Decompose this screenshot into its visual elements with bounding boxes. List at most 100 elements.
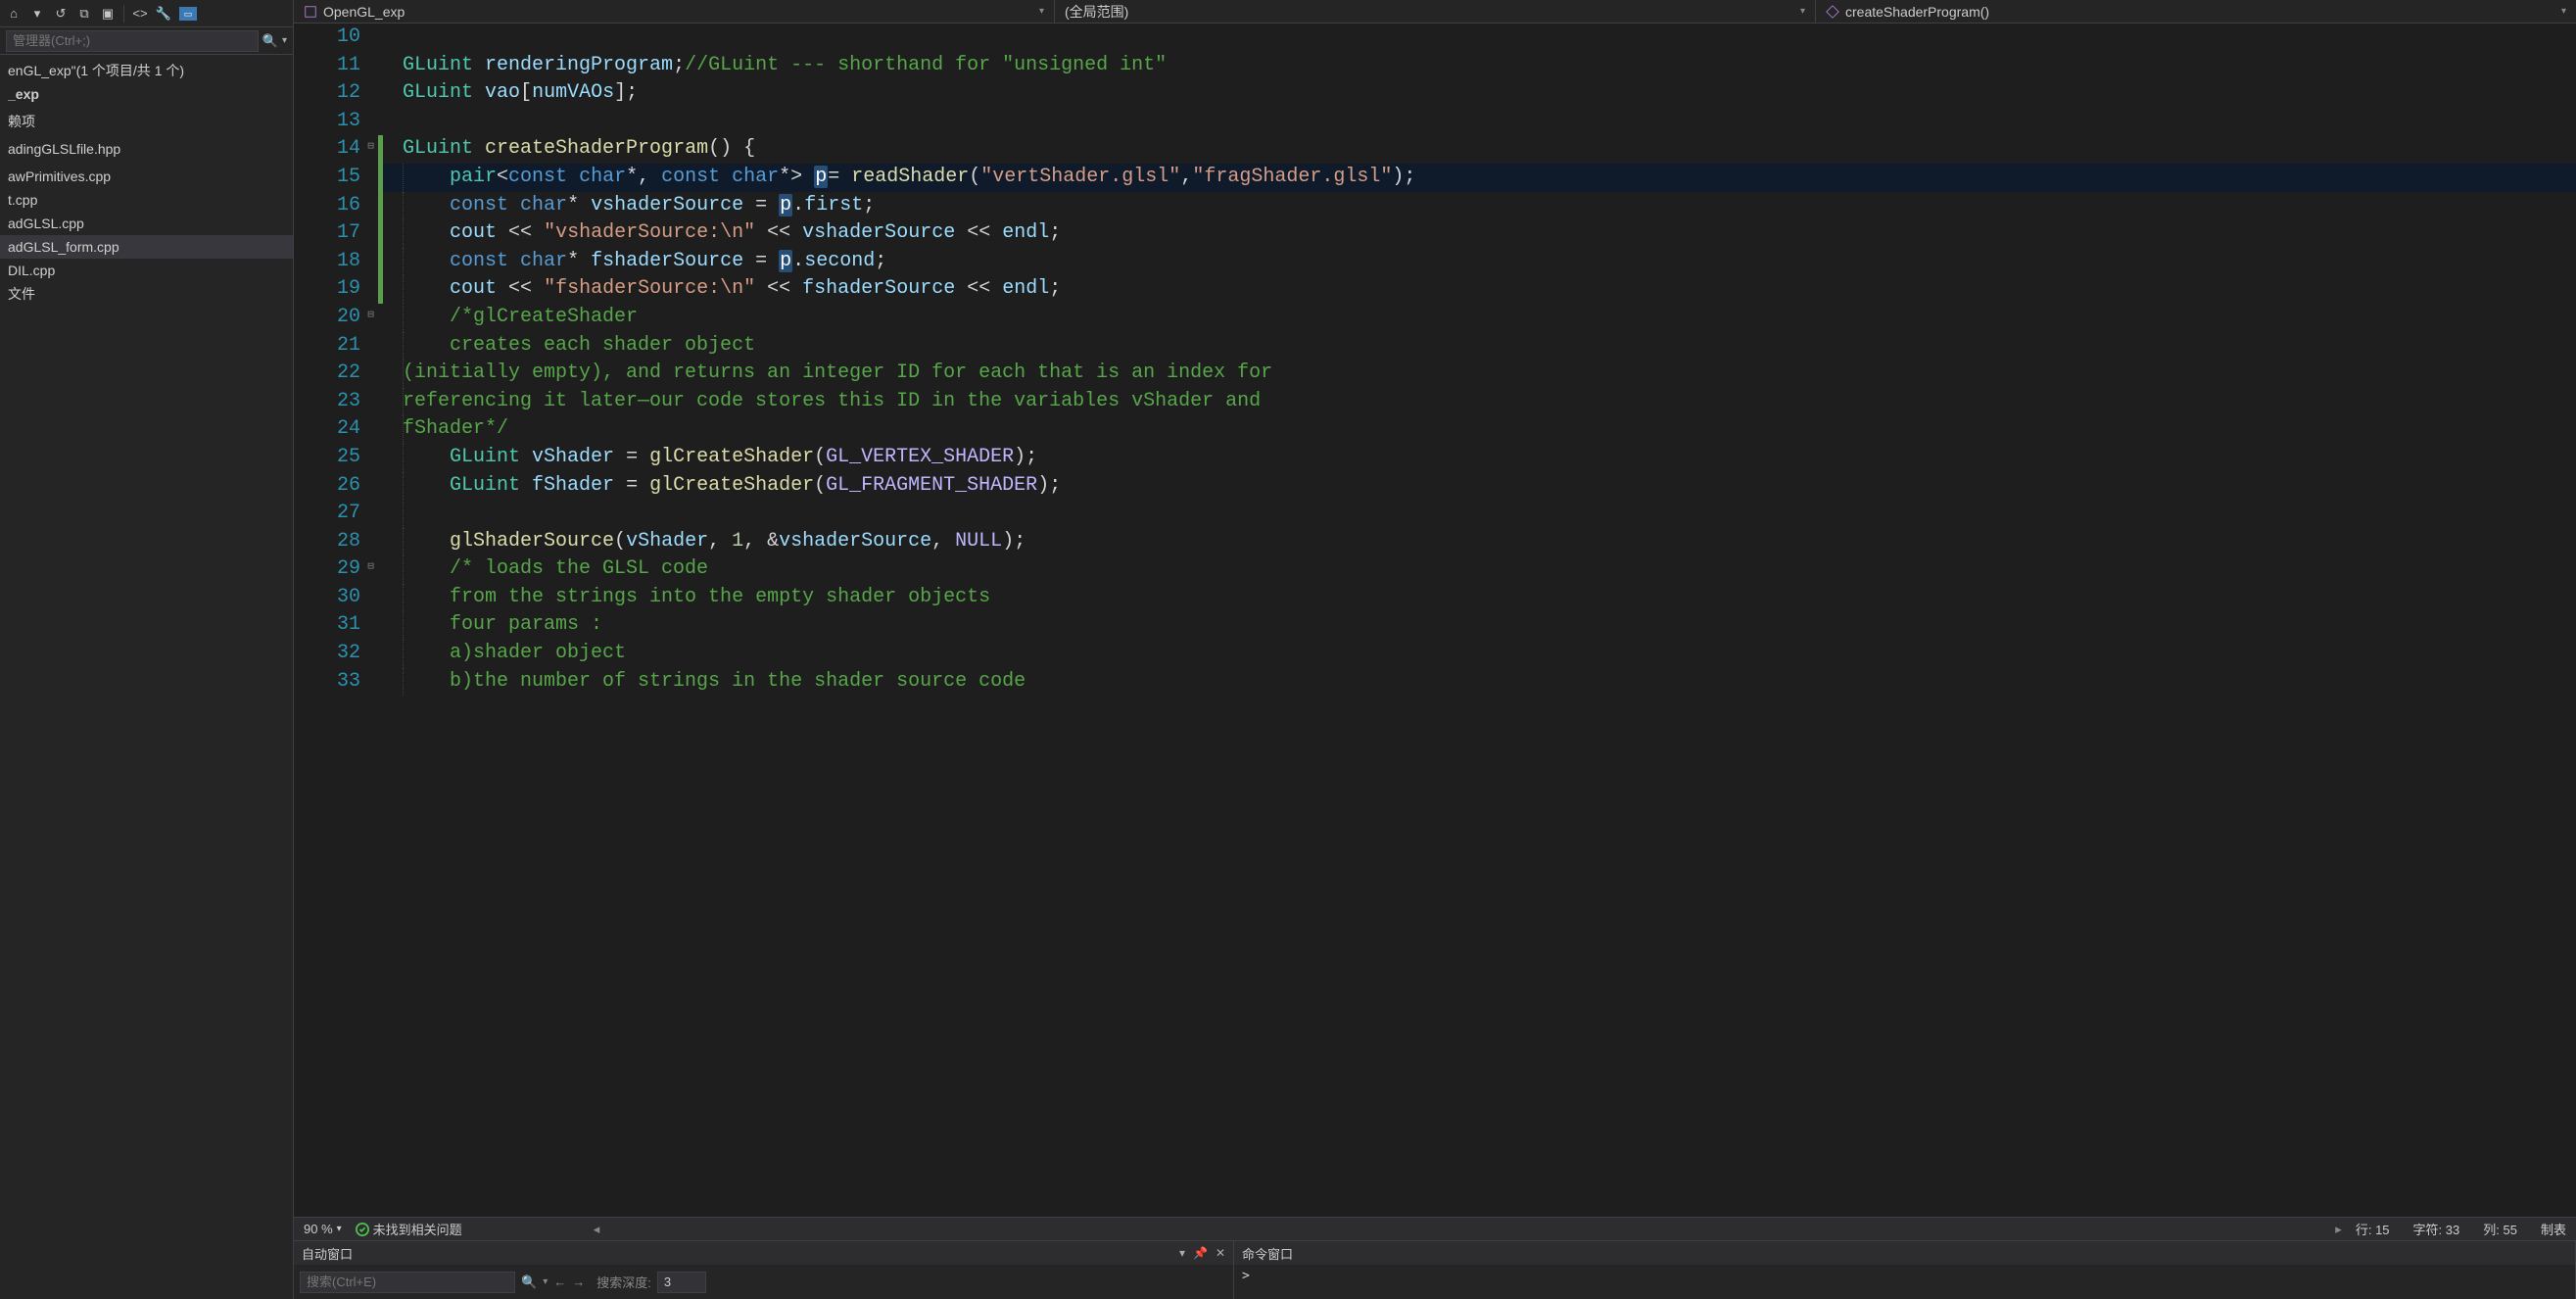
code-line[interactable]: 15 pair<const char*, const char*> p= rea… [294, 164, 2576, 192]
code-text[interactable]: GLuint vao[numVAOs]; [378, 79, 2576, 108]
line-number: 12 [294, 79, 378, 108]
sidebar-search-input[interactable] [6, 30, 259, 52]
code-line[interactable]: 18 const char* fshaderSource = p.second; [294, 248, 2576, 276]
code-text[interactable]: cout << "fshaderSource:\n" << fshaderSou… [378, 275, 2576, 304]
code-text[interactable]: (initially empty), and returns an intege… [378, 360, 2576, 388]
code-line[interactable]: 27 [294, 500, 2576, 528]
code-text[interactable]: fShader*/ [378, 415, 2576, 444]
autos-search-input[interactable] [300, 1272, 515, 1293]
code-line[interactable]: 30 from the strings into the empty shade… [294, 584, 2576, 612]
code-scroll[interactable]: 1011GLuint renderingProgram;//GLuint ---… [294, 24, 2576, 1217]
code-text[interactable] [378, 108, 2576, 136]
pin-icon[interactable]: 📌 [1193, 1246, 1208, 1260]
code-line[interactable]: 10 [294, 24, 2576, 52]
dropdown-icon[interactable]: ▾ [1179, 1246, 1185, 1260]
fold-toggle-icon[interactable]: ⊟ [365, 142, 376, 153]
code-line[interactable]: 19 cout << "fshaderSource:\n" << fshader… [294, 275, 2576, 304]
code-text[interactable]: glShaderSource(vShader, 1, &vshaderSourc… [378, 528, 2576, 556]
code-line[interactable]: 25 GLuint vShader = glCreateShader(GL_VE… [294, 444, 2576, 472]
command-prompt[interactable]: > [1234, 1265, 2575, 1287]
code-text[interactable]: a)shader object [378, 640, 2576, 668]
wrench-icon[interactable]: 🔧 [156, 6, 171, 22]
code-line[interactable]: 12GLuint vao[numVAOs]; [294, 79, 2576, 108]
code-text[interactable] [378, 24, 2576, 52]
code-text[interactable]: referencing it later—our code stores thi… [378, 388, 2576, 416]
line-number: 28 [294, 528, 378, 556]
chevron-down-icon: ▾ [2561, 6, 2566, 17]
code-view-icon[interactable]: <> [132, 6, 148, 22]
scroll-left-icon[interactable]: ◂ [594, 1222, 600, 1237]
window-icon[interactable]: ▭ [179, 7, 197, 21]
code-text[interactable]: pair<const char*, const char*> p= readSh… [378, 164, 2576, 192]
code-line[interactable]: 29⊟ /* loads the GLSL code [294, 555, 2576, 584]
code-text[interactable]: GLuint fShader = glCreateShader(GL_FRAGM… [378, 472, 2576, 501]
close-icon[interactable]: ✕ [1216, 1246, 1225, 1260]
code-text[interactable]: four params : [378, 611, 2576, 640]
nav-scope-dropdown[interactable]: (全局范围) ▾ [1054, 0, 1815, 23]
code-line[interactable]: 32 a)shader object [294, 640, 2576, 668]
main-split: ⌂ ▾ ↺ ⧉ ▣ <> 🔧 ▭ 🔍 ▾ enGL_exp"(1 个项目/共 1… [0, 0, 2576, 1299]
back-icon[interactable]: ← [553, 1275, 566, 1289]
tree-item[interactable]: DIL.cpp [0, 259, 293, 282]
refresh-icon[interactable]: ↺ [53, 6, 69, 22]
scroll-right-icon[interactable]: ▸ [2335, 1222, 2342, 1237]
code-text[interactable]: const char* fshaderSource = p.second; [378, 248, 2576, 276]
chevron-down-icon[interactable]: ▾ [29, 6, 45, 22]
show-all-icon[interactable]: ▣ [100, 6, 116, 22]
code-text[interactable]: GLuint renderingProgram;//GLuint --- sho… [378, 52, 2576, 80]
chevron-down-icon[interactable]: ▾ [543, 1276, 548, 1287]
code-line[interactable]: 24fShader*/ [294, 415, 2576, 444]
nav-file-dropdown[interactable]: OpenGL_exp ▾ [294, 0, 1054, 23]
code-line[interactable]: 28 glShaderSource(vShader, 1, &vshaderSo… [294, 528, 2576, 556]
collapse-icon[interactable]: ⧉ [76, 6, 92, 22]
code-line[interactable]: 31 four params : [294, 611, 2576, 640]
code-text[interactable]: from the strings into the empty shader o… [378, 584, 2576, 612]
tree-item[interactable]: adingGLSLfile.hpp [0, 137, 293, 161]
code-text[interactable]: const char* vshaderSource = p.first; [378, 192, 2576, 220]
tree-item[interactable]: 赖项 [0, 110, 293, 133]
code-line[interactable]: 16 const char* vshaderSource = p.first; [294, 192, 2576, 220]
nav-member-dropdown[interactable]: createShaderProgram() ▾ [1815, 0, 2576, 23]
code-line[interactable]: 33 b)the number of strings in the shader… [294, 668, 2576, 697]
code-text[interactable]: b)the number of strings in the shader so… [378, 668, 2576, 697]
zoom-control[interactable]: 90 % ▾ [304, 1222, 342, 1236]
zoom-value: 90 % [304, 1222, 333, 1236]
tree-item[interactable]: t.cpp [0, 188, 293, 212]
tree-item[interactable]: 文件 [0, 282, 293, 306]
tree-item[interactable]: adGLSL.cpp [0, 212, 293, 235]
issues-indicator[interactable]: 未找到相关问题 [356, 1220, 462, 1238]
code-text[interactable]: /*glCreateShader [378, 304, 2576, 332]
depth-input[interactable] [657, 1272, 706, 1293]
code-text[interactable]: GLuint vShader = glCreateShader(GL_VERTE… [378, 444, 2576, 472]
tree-item[interactable]: adGLSL_form.cpp [0, 235, 293, 259]
code-line[interactable]: 14⊟GLuint createShaderProgram() { [294, 135, 2576, 164]
code-text[interactable]: creates each shader object [378, 332, 2576, 361]
code-text[interactable]: GLuint createShaderProgram() { [378, 135, 2576, 164]
code-text[interactable]: cout << "vshaderSource:\n" << vshaderSou… [378, 219, 2576, 248]
line-number: 18 [294, 248, 378, 276]
code-line[interactable]: 26 GLuint fShader = glCreateShader(GL_FR… [294, 472, 2576, 501]
bottom-panels: 自动窗口 ▾ 📌 ✕ 🔍 ▾ ← → 搜索深度: [294, 1240, 2576, 1299]
code-line[interactable]: 21 creates each shader object [294, 332, 2576, 361]
forward-icon[interactable]: → [572, 1275, 585, 1289]
search-icon[interactable]: 🔍 [521, 1275, 537, 1290]
tree-item[interactable]: enGL_exp"(1 个项目/共 1 个) [0, 59, 293, 82]
fold-toggle-icon[interactable]: ⊟ [365, 311, 376, 321]
tree-item[interactable]: _exp [0, 82, 293, 106]
chevron-down-icon[interactable]: ▾ [282, 35, 287, 46]
search-icon[interactable]: 🔍 [262, 33, 278, 49]
line-number: 15 [294, 164, 378, 192]
fold-toggle-icon[interactable]: ⊟ [365, 562, 376, 573]
code-line[interactable]: 23referencing it later—our code stores t… [294, 388, 2576, 416]
code-line[interactable]: 20⊟ /*glCreateShader [294, 304, 2576, 332]
code-line[interactable]: 11GLuint renderingProgram;//GLuint --- s… [294, 52, 2576, 80]
code-line[interactable]: 17 cout << "vshaderSource:\n" << vshader… [294, 219, 2576, 248]
home-icon[interactable]: ⌂ [6, 6, 22, 22]
tree-item[interactable]: awPrimitives.cpp [0, 165, 293, 188]
code-text[interactable]: /* loads the GLSL code [378, 555, 2576, 584]
code-text[interactable] [378, 500, 2576, 528]
code-line[interactable]: 13 [294, 108, 2576, 136]
code-content[interactable]: 1011GLuint renderingProgram;//GLuint ---… [294, 24, 2576, 696]
code-line[interactable]: 22(initially empty), and returns an inte… [294, 360, 2576, 388]
chevron-down-icon[interactable]: ▾ [337, 1224, 342, 1234]
